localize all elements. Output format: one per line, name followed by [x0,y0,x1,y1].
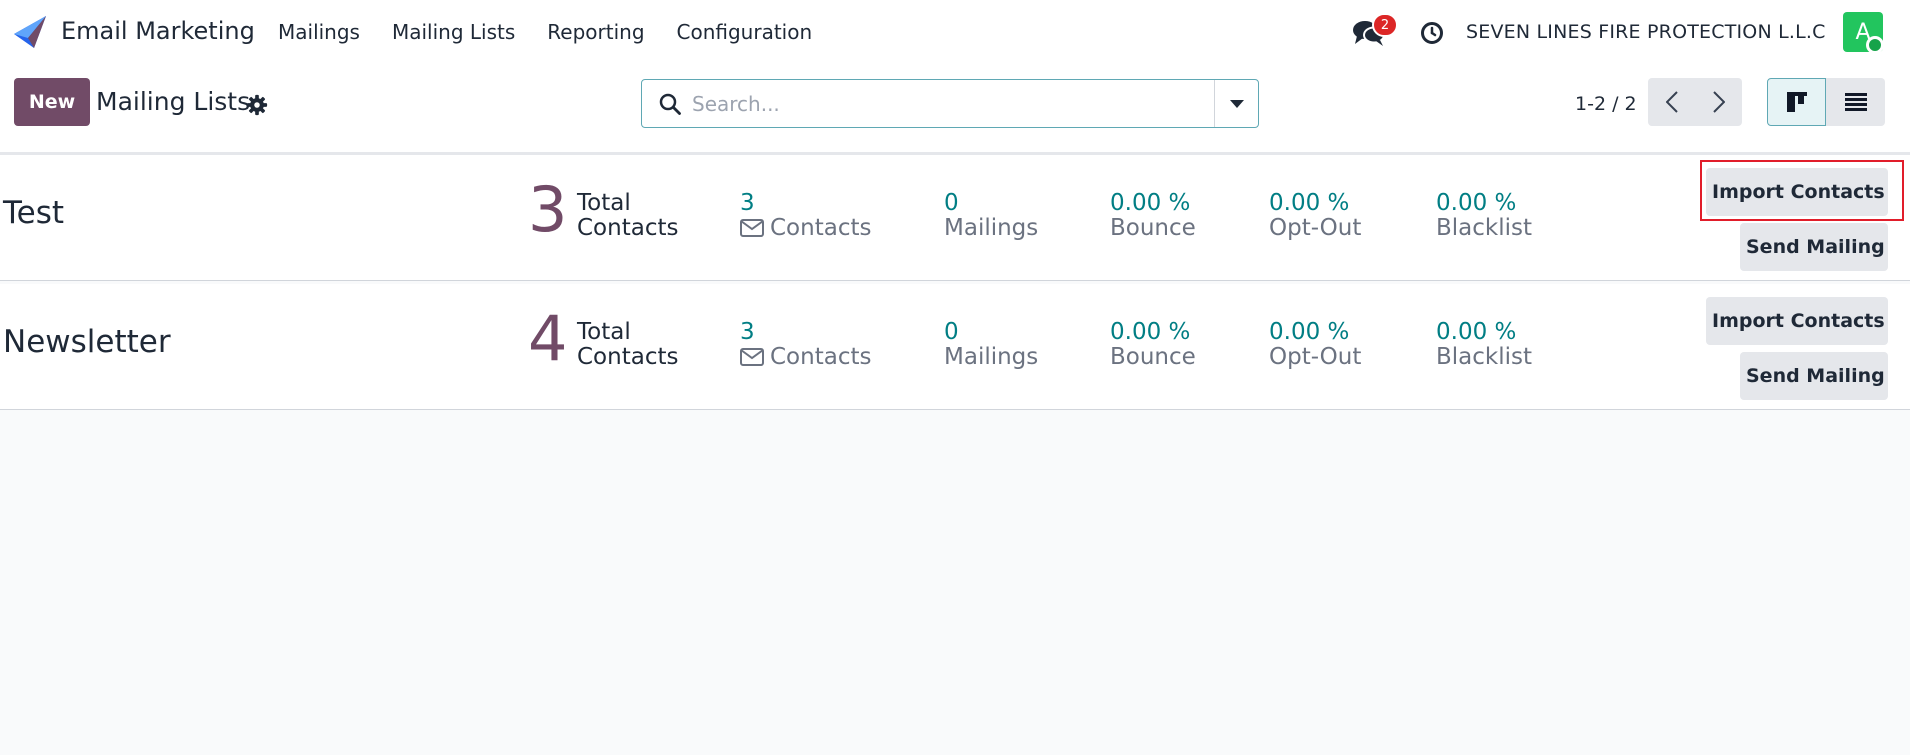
optout-label: Opt-Out [1269,344,1362,370]
mailing-list-name: Test [3,195,65,231]
blacklist-stat[interactable]: 0.00 % Blacklist [1436,320,1532,370]
optout-stat[interactable]: 0.00 % Opt-Out [1269,191,1361,241]
blacklist-value: 0.00 % [1436,319,1517,345]
list-view-button[interactable] [1826,78,1885,126]
pager-next-button[interactable] [1695,78,1742,126]
page-title: Mailing Lists [96,87,251,116]
contacts-label: Contacts [770,215,872,241]
search-input[interactable] [690,86,1190,122]
main-menu: Mailings Mailing Lists Reporting Configu… [262,0,828,64]
mailings-stat[interactable]: 0 Mailings [944,191,1038,241]
mailings-value: 0 [944,190,959,216]
kanban-view-button[interactable] [1767,78,1826,126]
envelope-icon [740,219,764,237]
optout-value: 0.00 % [1269,319,1350,345]
app-name[interactable]: Email Marketing [61,17,255,45]
menu-item-mailings[interactable]: Mailings [262,20,376,44]
send-mailing-button[interactable]: Send Mailing [1740,223,1888,271]
optout-value: 0.00 % [1269,190,1350,216]
mailing-list-card[interactable]: Newsletter 4 Total Contacts 3 Contacts 0… [0,284,1910,410]
optout-label: Opt-Out [1269,215,1362,241]
mailings-value: 0 [944,319,959,345]
chevron-right-icon [1712,91,1725,113]
control-panel: New Mailing Lists 1-2 / 2 [0,64,1910,152]
messages-badge: 2 [1372,13,1398,37]
bounce-stat[interactable]: 0.00 % Bounce [1110,320,1196,370]
chevron-left-icon [1665,91,1678,113]
bounce-stat[interactable]: 0.00 % Bounce [1110,191,1196,241]
bounce-label: Bounce [1110,344,1196,370]
blacklist-value: 0.00 % [1436,190,1517,216]
online-status-dot [1866,36,1884,54]
total-contacts-count: 3 [528,173,568,246]
clock-icon[interactable] [1420,21,1444,45]
new-button[interactable]: New [14,78,90,126]
total-contacts-label: Total Contacts [577,191,678,241]
optout-stat[interactable]: 0.00 % Opt-Out [1269,320,1361,370]
contacts-value: 3 [740,319,755,345]
mailings-label: Mailings [944,215,1039,241]
pager-previous-button[interactable] [1648,78,1695,126]
search-options-toggle[interactable] [1214,80,1258,127]
search-bar [641,79,1259,128]
gear-icon[interactable] [246,94,268,116]
contacts-value: 3 [740,190,755,216]
list-icon [1844,93,1867,111]
bounce-value: 0.00 % [1110,190,1191,216]
caret-down-icon [1229,99,1244,108]
import-contacts-button[interactable]: Import Contacts [1706,168,1888,216]
mailing-list-card[interactable]: Test 3 Total Contacts 3 Contacts 0 Maili… [0,155,1910,281]
total-label-line-2: Contacts [577,215,679,241]
menu-item-configuration[interactable]: Configuration [661,20,829,44]
company-switcher[interactable]: SEVEN LINES FIRE PROTECTION L.L.C [1466,21,1826,43]
contacts-label-wrap: Contacts [740,345,871,370]
contacts-stat[interactable]: 3 Contacts [740,320,871,370]
email-marketing-logo-icon[interactable] [12,14,48,50]
menu-item-reporting[interactable]: Reporting [531,20,660,44]
import-contacts-button[interactable]: Import Contacts [1706,297,1888,345]
total-label-line-2: Contacts [577,344,679,370]
pager-value[interactable]: 1-2 / 2 [1575,93,1637,115]
total-contacts-count: 4 [528,302,568,375]
contacts-label-wrap: Contacts [740,216,871,241]
total-contacts-label: Total Contacts [577,320,678,370]
bounce-label: Bounce [1110,215,1196,241]
contacts-stat[interactable]: 3 Contacts [740,191,871,241]
contacts-label: Contacts [770,344,872,370]
mailings-label: Mailings [944,344,1039,370]
total-label-line-1: Total [577,190,631,216]
search-icon[interactable] [658,92,682,116]
blacklist-stat[interactable]: 0.00 % Blacklist [1436,191,1532,241]
envelope-icon [740,348,764,366]
kanban-icon [1786,92,1807,112]
blacklist-label: Blacklist [1436,344,1533,370]
total-label-line-1: Total [577,319,631,345]
mailing-list-name: Newsletter [3,324,171,360]
mailings-stat[interactable]: 0 Mailings [944,320,1038,370]
send-mailing-button[interactable]: Send Mailing [1740,352,1888,400]
top-navbar: Email Marketing Mailings Mailing Lists R… [0,0,1910,64]
blacklist-label: Blacklist [1436,215,1533,241]
bounce-value: 0.00 % [1110,319,1191,345]
menu-item-mailing-lists[interactable]: Mailing Lists [376,20,531,44]
